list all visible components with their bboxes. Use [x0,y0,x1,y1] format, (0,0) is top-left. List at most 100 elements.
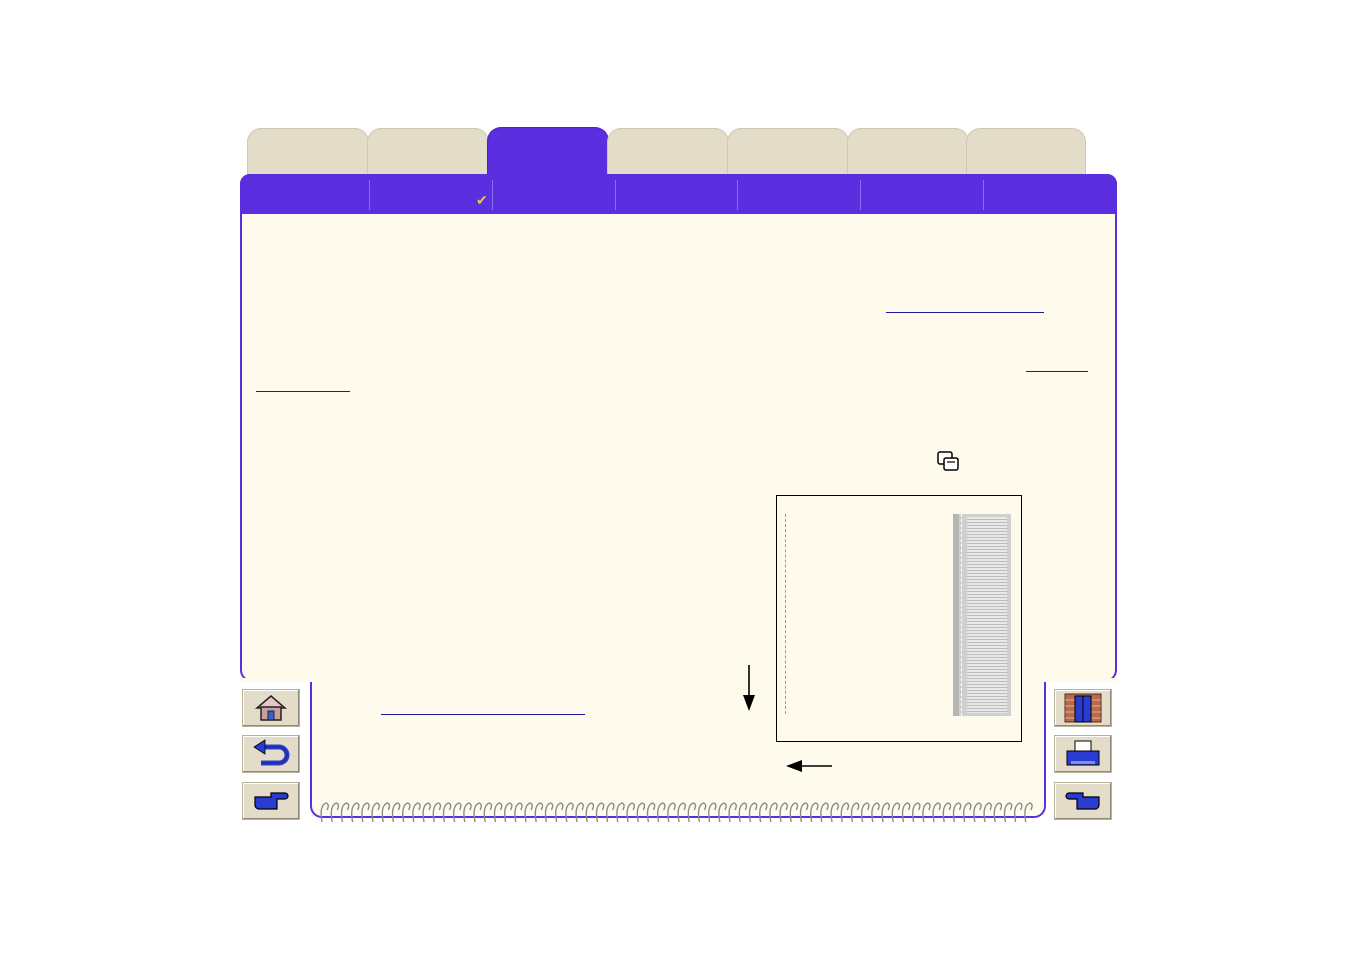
spiral-coil [453,802,462,823]
spiral-coil [952,802,962,823]
panel-join-right [1044,678,1117,682]
spiral-coil [606,802,615,823]
spiral-coil [881,802,890,823]
panel-join-left [240,678,312,682]
spiral-coil [534,802,544,823]
prev-page-icon [1065,792,1100,810]
tab-1[interactable] [247,128,369,176]
spiral-coil [901,802,911,823]
checkmark-icon: ✔ [476,192,488,208]
subtab-separator [737,180,738,210]
spiral-coil [657,802,666,823]
spiral-coil [718,802,727,823]
link-4[interactable] [381,714,585,715]
spiral-coil [820,802,829,823]
subtab-separator [615,180,616,210]
spiral-coil [514,802,523,823]
back-button[interactable] [242,735,300,773]
link-1[interactable] [886,312,1044,313]
home-icon [254,695,288,721]
spiral-coil [371,802,380,823]
spiral-coil [840,802,850,823]
spiral-coil [830,802,839,823]
spiral-coil [769,802,778,823]
spiral-coil [912,802,921,823]
spiral-coil [932,802,941,823]
tab-7[interactable] [966,128,1086,176]
subtab-separator [492,180,493,210]
spiral-coil [728,802,737,823]
spiral-coil [555,802,564,823]
subtab-bar [240,174,1117,214]
spiral-coil [646,802,656,823]
spiral-coil [850,802,860,823]
spiral-coil [779,802,788,823]
spiral-coil [330,802,340,823]
tab-2[interactable] [367,128,489,176]
spiral-coil [738,802,748,823]
spiral-coil [320,802,329,823]
spiral-coil [504,802,513,823]
spiral-coil [381,802,391,823]
spiral-coil [891,802,901,823]
spiral-coil [422,802,431,823]
spiral-coil [963,802,972,823]
spiral-coil [565,802,574,823]
down-arrow-icon [743,665,755,711]
spiral-coil [922,802,931,823]
spiral-binding [320,802,1033,823]
tab-5[interactable] [727,128,849,176]
spiral-coil [697,802,707,823]
home-button[interactable] [242,689,300,727]
tab-6[interactable] [847,128,969,176]
spiral-coil [861,802,870,823]
spiral-coil [402,802,411,823]
spiral-coil [493,802,503,823]
tab-4[interactable] [607,128,729,176]
spiral-coil [789,802,799,823]
spiral-coil [983,802,992,823]
spiral-coil [636,802,646,823]
spiral-coil [799,802,809,823]
media-diagram [776,495,1022,742]
subtab-separator [983,180,984,210]
spiral-coil [748,802,758,823]
spiral-coil [708,802,717,823]
spiral-coil [340,802,350,823]
exit-button[interactable] [1054,689,1112,727]
spiral-coil [973,802,982,823]
spiral-coil [473,802,482,823]
prev-page-button[interactable] [1054,782,1112,820]
link-2[interactable] [1026,371,1088,372]
spiral-coil [942,802,952,823]
spiral-coil [626,802,635,823]
overlapping-windows-icon [937,451,959,471]
spiral-coil [432,802,442,823]
spiral-coil [616,802,625,823]
subtab-separator [369,180,370,210]
spiral-coil [1014,802,1023,823]
spiral-coil [667,802,676,823]
spiral-coil [442,802,452,823]
spiral-coil [810,802,819,823]
spiral-coil [463,802,472,823]
left-arrow-icon [786,760,832,772]
spiral-coil [524,802,533,823]
spiral-coil [585,802,595,823]
next-page-icon [254,792,289,810]
spiral-coil [483,802,493,823]
spiral-coil [677,802,686,823]
spiral-coil [351,802,360,823]
spiral-coil [993,802,1003,823]
tab-3[interactable] [487,127,609,177]
link-3[interactable] [256,391,350,392]
media-strip [953,514,1011,716]
spiral-coil [544,802,554,823]
spiral-coil [871,802,880,823]
dotted-guide [785,514,786,714]
next-page-button[interactable] [242,782,300,820]
print-button[interactable] [1054,735,1112,773]
printer-icon [1066,740,1100,766]
spiral-coil [1003,802,1013,823]
spiral-coil [361,802,370,823]
